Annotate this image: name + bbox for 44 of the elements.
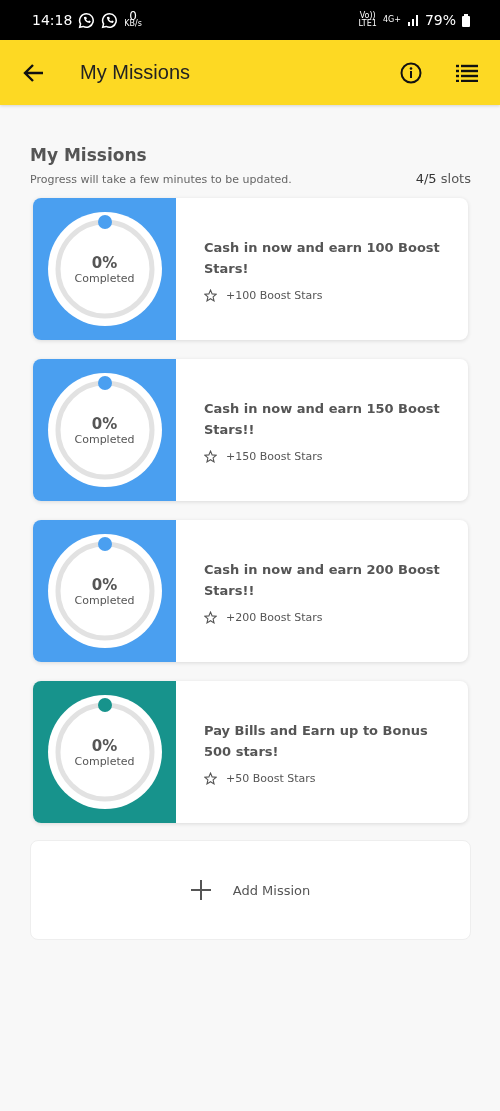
progress-status: Completed	[74, 593, 135, 607]
mission-title: Cash in now and earn 100 Boost Stars!	[204, 238, 441, 278]
mission-title: Cash in now and earn 150 Boost Stars!!	[204, 399, 441, 439]
section-title: My Missions	[30, 145, 148, 165]
back-arrow-icon[interactable]	[22, 62, 44, 83]
chat-icon	[101, 11, 119, 29]
star-icon	[204, 610, 217, 624]
star-icon	[204, 771, 217, 785]
mission-title: Pay Bills and Earn up to Bonus 500 stars!	[204, 721, 429, 761]
mission-card[interactable]: 0% Completed Cash in now and earn 100 Boost Stars! +100 Boost Stars	[33, 198, 468, 340]
battery-level: 79%	[424, 12, 456, 28]
info-icon[interactable]	[400, 61, 422, 84]
progress-status: Completed	[74, 754, 135, 768]
list-icon[interactable]	[456, 63, 478, 82]
star-icon	[204, 449, 217, 463]
add-mission-button[interactable]: Add Mission	[30, 840, 471, 940]
mission-card[interactable]: 0% Completed Cash in now and earn 150 Boost Stars!! +150 Boost Stars	[33, 359, 468, 501]
progress-percent: 0%	[91, 253, 118, 272]
chat-icon	[78, 11, 96, 29]
progress-percent: 0%	[91, 736, 118, 755]
clock: 14:18	[32, 12, 73, 28]
progress-percent: 0%	[91, 414, 118, 433]
mission-title: Cash in now and earn 200 Boost Stars!!	[204, 560, 441, 600]
progress-percent: 0%	[91, 575, 118, 594]
mission-reward: +200 Boost Stars	[226, 610, 323, 624]
volte-label: Vo))	[359, 12, 376, 20]
progress-status: Completed	[74, 271, 135, 285]
lte-label: LTE1	[358, 20, 377, 28]
plus-icon	[190, 880, 211, 900]
battery-icon	[462, 13, 470, 27]
star-icon	[204, 288, 217, 302]
mission-card[interactable]: 0% Completed Pay Bills and Earn up to Bonus 500 stars! +50 Boost Stars	[33, 681, 468, 823]
network-label: 4G+	[382, 16, 401, 24]
slots-count: 4/5 slots	[415, 171, 471, 186]
progress-status: Completed	[74, 432, 135, 446]
mission-reward: +50 Boost Stars	[226, 771, 316, 785]
mission-card[interactable]: 0% Completed Cash in now and earn 200 Boost Stars!! +200 Boost Stars	[33, 520, 468, 662]
net-speed: 0	[129, 12, 137, 20]
mission-reward: +150 Boost Stars	[226, 449, 323, 463]
app-bar-title: My Missions	[80, 61, 191, 84]
mission-reward: +100 Boost Stars	[226, 288, 323, 302]
signal-icon	[406, 14, 419, 26]
net-unit: KB/s	[124, 20, 142, 28]
section-subtitle: Progress will take a few minutes to be updated.	[30, 173, 292, 186]
